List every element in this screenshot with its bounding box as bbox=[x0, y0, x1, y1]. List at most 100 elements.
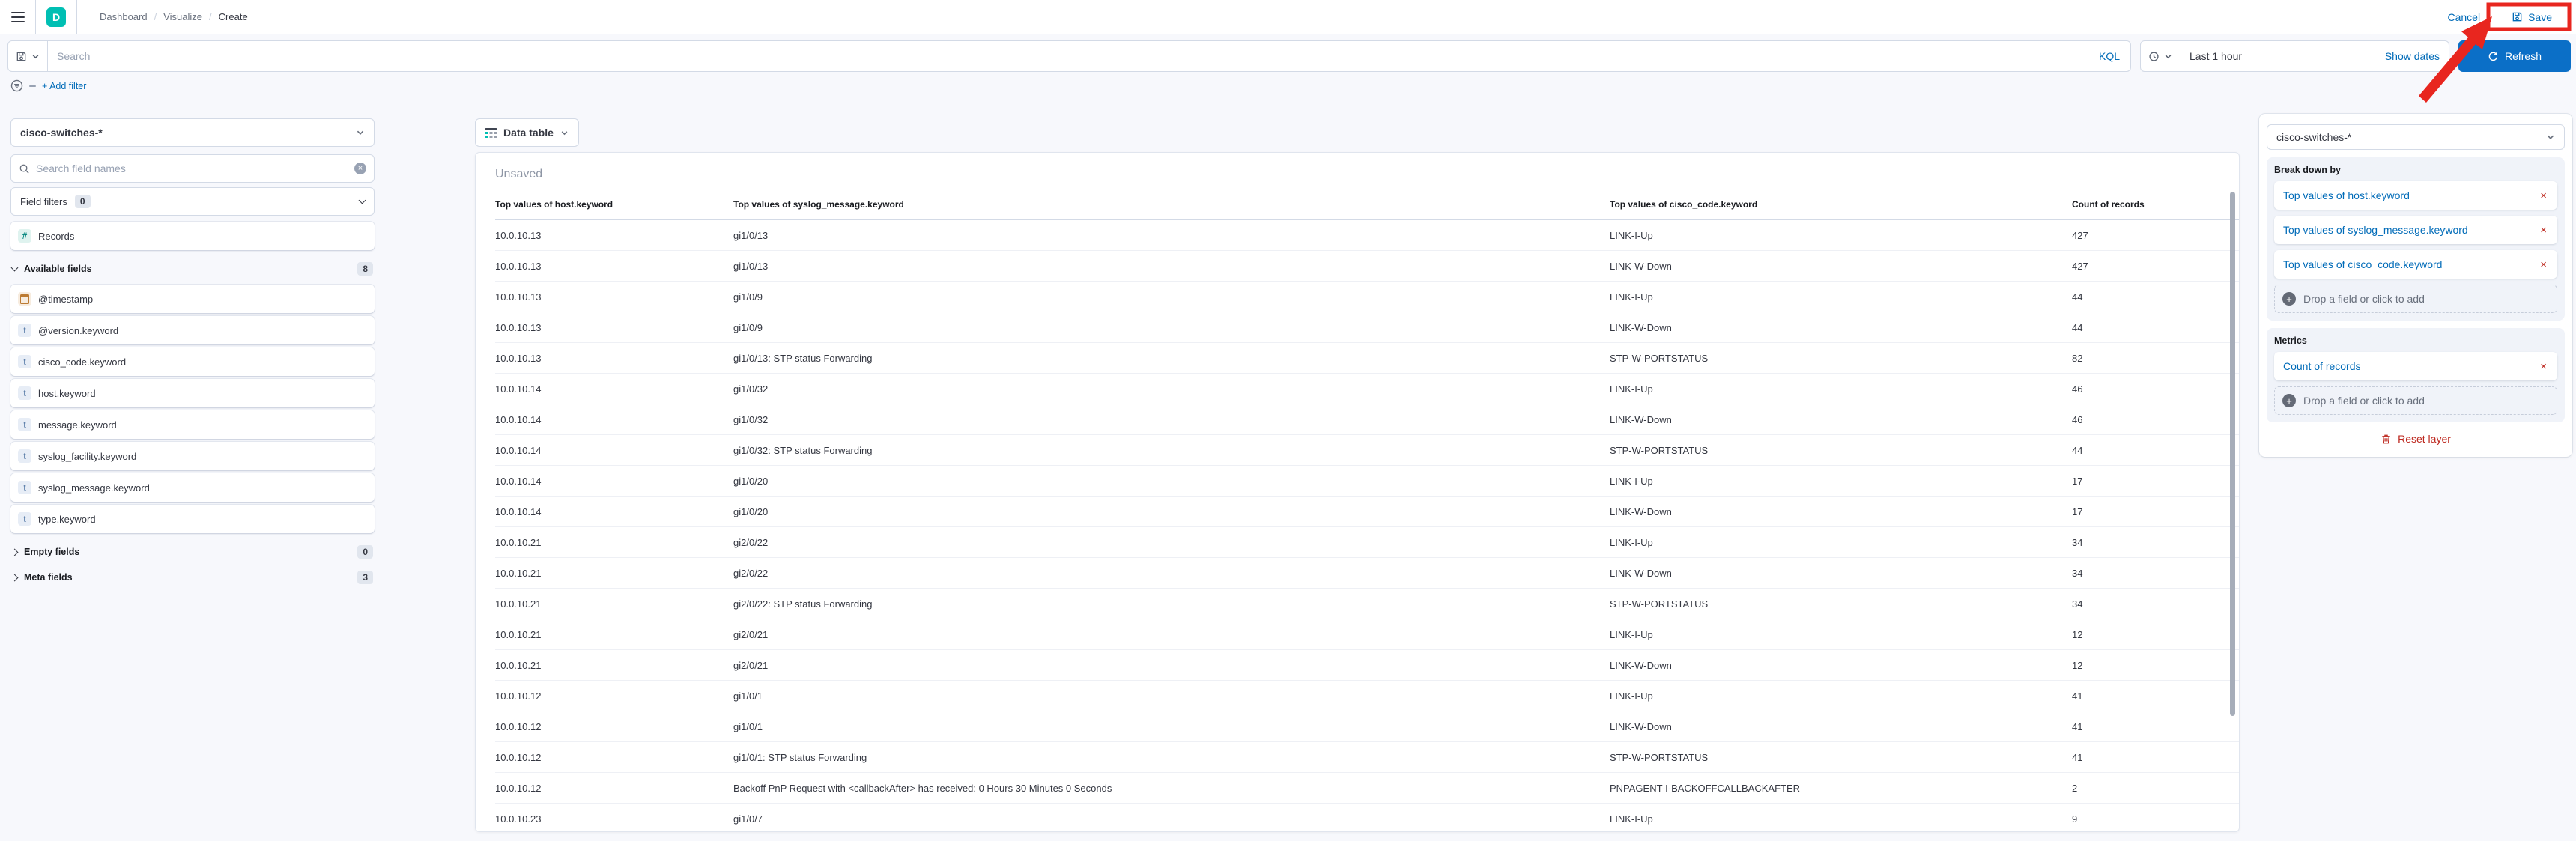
cell-count: 9 bbox=[2072, 813, 2078, 825]
breadcrumb-separator bbox=[154, 11, 157, 22]
table-row: 10.0.10.14 gi1/0/32 LINK-W-Down 46 bbox=[495, 404, 2239, 435]
cell-syslog-message: gi1/0/1 bbox=[733, 720, 763, 732]
cell-host: 10.0.10.14 bbox=[495, 383, 542, 395]
breadcrumb: Dashboard Visualize Create bbox=[100, 11, 248, 22]
quick-time-menu[interactable] bbox=[2141, 41, 2180, 71]
cell-host: 10.0.10.12 bbox=[495, 751, 542, 763]
add-icon bbox=[2282, 292, 2296, 306]
chevron-down-icon bbox=[10, 264, 19, 272]
save-icon bbox=[2512, 11, 2523, 22]
drop-zone-label: Drop a field or click to add bbox=[2303, 293, 2425, 305]
cell-cisco-code: LINK-W-Down bbox=[1610, 720, 1672, 732]
breakdown-drop-zone[interactable]: Drop a field or click to add bbox=[2274, 285, 2557, 313]
field-type-icon bbox=[18, 481, 31, 494]
filter-icon[interactable] bbox=[10, 79, 23, 92]
breadcrumb-visualize[interactable]: Visualize bbox=[163, 11, 202, 22]
field-item[interactable]: @timestamp bbox=[10, 285, 375, 313]
dashboard-app-logo[interactable]: D bbox=[46, 7, 66, 27]
menu-icon[interactable] bbox=[11, 11, 25, 22]
field-filters-toggle[interactable]: Field filters 0 bbox=[10, 187, 375, 216]
cell-cisco-code: STP-W-PORTSTATUS bbox=[1610, 751, 1709, 763]
metrics-drop-zone[interactable]: Drop a field or click to add bbox=[2274, 386, 2557, 415]
dimension-label: Top values of cisco_code.keyword bbox=[2283, 258, 2443, 270]
add-filter-button[interactable]: + Add filter bbox=[42, 81, 86, 91]
meta-fields-header[interactable]: Meta fields 3 bbox=[10, 571, 375, 584]
vertical-scrollbar[interactable] bbox=[2230, 192, 2235, 716]
dimension-chip[interactable]: Count of records bbox=[2274, 352, 2557, 380]
cell-count: 34 bbox=[2072, 598, 2083, 610]
cell-syslog-message: gi1/0/9 bbox=[733, 321, 763, 333]
cell-syslog-message: gi1/0/13 bbox=[733, 260, 769, 272]
available-fields-header[interactable]: Available fields 8 bbox=[10, 262, 375, 276]
field-item[interactable]: message.keyword bbox=[10, 410, 375, 439]
kql-language-button[interactable]: KQL bbox=[2099, 50, 2130, 62]
field-name: @version.keyword bbox=[38, 324, 119, 336]
cell-syslog-message: gi2/0/21 bbox=[733, 659, 769, 671]
field-name: type.keyword bbox=[38, 513, 96, 525]
table-body: 10.0.10.13 gi1/0/13 LINK-I-Up 427 10.0.1… bbox=[495, 220, 2239, 831]
table-row: 10.0.10.21 gi2/0/21 LINK-I-Up 12 bbox=[495, 619, 2239, 650]
index-pattern-select[interactable]: cisco-switches-* bbox=[10, 118, 375, 147]
search-input[interactable] bbox=[48, 50, 2099, 62]
field-search-box bbox=[10, 154, 375, 183]
cancel-button[interactable]: Cancel bbox=[2447, 11, 2480, 23]
layer-index-pattern-select[interactable]: cisco-switches-* bbox=[2267, 124, 2565, 150]
field-name: cisco_code.keyword bbox=[38, 356, 127, 368]
breadcrumb-dashboard[interactable]: Dashboard bbox=[100, 11, 148, 22]
cell-host: 10.0.10.14 bbox=[495, 444, 542, 456]
clear-search-icon[interactable] bbox=[354, 163, 366, 174]
remove-dimension-icon[interactable] bbox=[2539, 224, 2548, 237]
table-row: 10.0.10.13 gi1/0/9 LINK-I-Up 44 bbox=[495, 282, 2239, 312]
reset-layer-button[interactable]: Reset layer bbox=[2267, 433, 2565, 445]
field-search-input[interactable] bbox=[36, 163, 348, 174]
cell-host: 10.0.10.21 bbox=[495, 536, 542, 548]
cell-syslog-message: gi2/0/22 bbox=[733, 536, 769, 548]
table-row: 10.0.10.21 gi2/0/21 LINK-W-Down 12 bbox=[495, 650, 2239, 681]
refresh-button[interactable]: Refresh bbox=[2458, 40, 2571, 72]
cell-host: 10.0.10.13 bbox=[495, 229, 542, 241]
cell-host: 10.0.10.14 bbox=[495, 475, 542, 487]
field-name: syslog_message.keyword bbox=[38, 482, 150, 494]
field-item[interactable]: syslog_facility.keyword bbox=[10, 442, 375, 470]
remove-dimension-icon[interactable] bbox=[2539, 258, 2548, 271]
chevron-down-icon bbox=[358, 196, 366, 204]
field-item[interactable]: cisco_code.keyword bbox=[10, 347, 375, 376]
field-item[interactable]: syslog_message.keyword bbox=[10, 473, 375, 502]
chevron-right-icon bbox=[10, 574, 19, 581]
breadcrumb-create: Create bbox=[218, 11, 248, 22]
show-dates-button[interactable]: Show dates bbox=[2385, 50, 2449, 62]
column-header-cisco-code[interactable]: Top values of cisco_code.keyword bbox=[1610, 199, 2072, 210]
saved-query-menu[interactable] bbox=[8, 41, 48, 71]
cell-count: 46 bbox=[2072, 383, 2083, 395]
time-range-value[interactable]: Last 1 hour bbox=[2180, 50, 2385, 62]
metrics-dimensions: Count of records bbox=[2274, 352, 2557, 380]
dimension-chip[interactable]: Top values of cisco_code.keyword bbox=[2274, 250, 2557, 279]
available-fields-label: Available fields bbox=[24, 264, 92, 274]
dimension-chip[interactable]: Top values of host.keyword bbox=[2274, 181, 2557, 210]
remove-dimension-icon[interactable] bbox=[2539, 189, 2548, 202]
chevron-down-icon bbox=[2546, 133, 2555, 142]
chevron-down-icon bbox=[2164, 52, 2172, 61]
chart-type-switcher[interactable]: Data table bbox=[475, 118, 579, 147]
table-row: 10.0.10.12 Backoff PnP Request with <cal… bbox=[495, 773, 2239, 804]
empty-fields-header[interactable]: Empty fields 0 bbox=[10, 545, 375, 559]
save-button[interactable]: Save bbox=[2503, 7, 2561, 28]
number-field-icon bbox=[18, 229, 31, 243]
metrics-group: Metrics Count of records Drop a field or… bbox=[2267, 328, 2565, 422]
dimension-chip[interactable]: Top values of syslog_message.keyword bbox=[2274, 216, 2557, 244]
table-row: 10.0.10.12 gi1/0/1 LINK-W-Down 41 bbox=[495, 711, 2239, 742]
remove-dimension-icon[interactable] bbox=[2539, 360, 2548, 373]
field-item[interactable]: host.keyword bbox=[10, 379, 375, 407]
records-field-item[interactable]: Records bbox=[10, 222, 375, 250]
cell-syslog-message: gi1/0/32 bbox=[733, 413, 769, 425]
cell-syslog-message: gi2/0/22 bbox=[733, 567, 769, 579]
column-header-syslog-message[interactable]: Top values of syslog_message.keyword bbox=[733, 199, 1610, 210]
field-item[interactable]: type.keyword bbox=[10, 505, 375, 533]
cell-syslog-message: gi1/0/32 bbox=[733, 383, 769, 395]
column-header-host[interactable]: Top values of host.keyword bbox=[495, 199, 733, 210]
layer-config-panel: cisco-switches-* Break down by Top value… bbox=[2259, 114, 2572, 457]
table-row: 10.0.10.21 gi2/0/22 LINK-I-Up 34 bbox=[495, 527, 2239, 558]
field-item[interactable]: @version.keyword bbox=[10, 316, 375, 344]
nav-divider bbox=[35, 0, 36, 34]
column-header-count[interactable]: Count of records bbox=[2072, 199, 2239, 210]
